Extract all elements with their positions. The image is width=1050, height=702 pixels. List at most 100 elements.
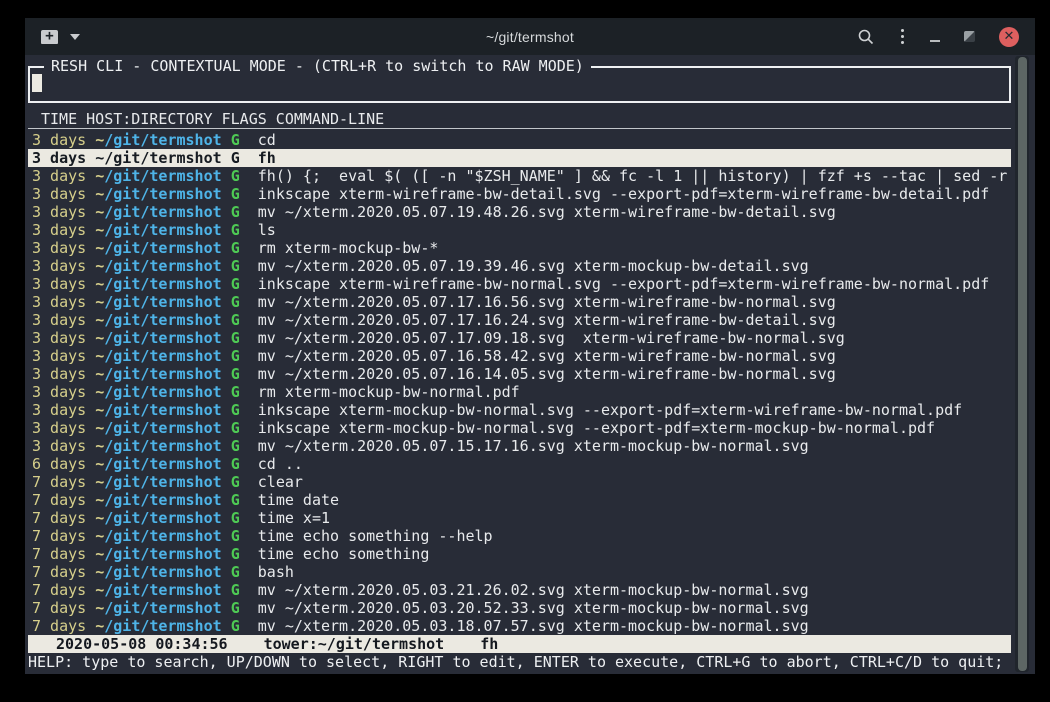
history-command: cd .. [258,455,303,473]
history-row[interactable]: 3 days ~/git/termshot G mv ~/xterm.2020.… [28,347,1011,365]
history-row[interactable]: 3 days ~/git/termshot G inkscape xterm-m… [28,419,1011,437]
minimize-button[interactable] [930,40,940,42]
history-row[interactable]: 3 days ~/git/termshot G mv ~/xterm.2020.… [28,311,1011,329]
history-dir-home: ~ [95,617,104,635]
history-directory: /git/termshot [104,581,221,599]
history-row[interactable]: 3 days ~/git/termshot G mv ~/xterm.2020.… [28,203,1011,221]
history-command: rm xterm-mockup-bw-* [258,239,439,257]
history-row[interactable]: 3 days ~/git/termshot G fh [28,149,1011,167]
restore-button[interactable] [964,31,975,42]
history-flags: G [231,365,240,383]
history-command: mv ~/xterm.2020.05.07.16.58.42.svg xterm… [258,347,836,365]
resh-search-box[interactable]: RESH CLI - CONTEXTUAL MODE - (CTRL+R to … [28,66,1011,103]
history-directory: /git/termshot [104,275,221,293]
history-dir-home: ~ [95,419,104,437]
history-command: rm xterm-mockup-bw-normal.pdf [258,383,520,401]
history-dir-home: ~ [95,509,104,527]
close-button[interactable]: ✕ [999,27,1019,47]
history-directory: /git/termshot [104,545,221,563]
history-flags: G [231,347,240,365]
history-command: inkscape xterm-wireframe-bw-normal.svg -… [258,275,990,293]
history-time: 7 days [32,599,86,617]
history-directory: /git/termshot [104,239,221,257]
history-command: mv ~/xterm.2020.05.07.17.09.18.svg xterm… [258,329,845,347]
history-table-header: TIME HOST:DIRECTORY FLAGS COMMAND-LINE [28,110,1011,129]
history-dir-home: ~ [95,545,104,563]
history-row[interactable]: 3 days ~/git/termshot G cd [28,131,1011,149]
history-directory: /git/termshot [104,293,221,311]
history-dir-home: ~ [95,221,104,239]
status-command: fh [480,635,498,653]
history-row[interactable]: 3 days ~/git/termshot G inkscape xterm-w… [28,275,1011,293]
history-row[interactable]: 3 days ~/git/termshot G mv ~/xterm.2020.… [28,437,1011,455]
history-dir-home: ~ [95,581,104,599]
history-dir-home: ~ [95,473,104,491]
history-flags: G [231,149,240,167]
history-dir-home: ~ [95,401,104,419]
history-row[interactable]: 7 days ~/git/termshot G bash [28,563,1011,581]
history-flags: G [231,293,240,311]
history-dir-home: ~ [95,167,104,185]
history-row[interactable]: 3 days ~/git/termshot G mv ~/xterm.2020.… [28,329,1011,347]
terminal-content[interactable]: RESH CLI - CONTEXTUAL MODE - (CTRL+R to … [25,55,1035,674]
titlebar: ~/git/termshot ✕ [25,18,1035,55]
scrollbar[interactable] [1015,56,1029,672]
history-row[interactable]: 7 days ~/git/termshot G time x=1 [28,509,1011,527]
history-time: 3 days [32,437,86,455]
history-dir-home: ~ [95,293,104,311]
history-command: mv ~/xterm.2020.05.03.18.07.57.svg xterm… [258,617,809,635]
history-time: 3 days [32,203,86,221]
history-row[interactable]: 7 days ~/git/termshot G time echo someth… [28,527,1011,545]
history-row[interactable]: 7 days ~/git/termshot G mv ~/xterm.2020.… [28,617,1011,635]
history-dir-home: ~ [95,149,104,167]
history-flags: G [231,329,240,347]
history-flags: G [231,203,240,221]
history-row[interactable]: 7 days ~/git/termshot G time date [28,491,1011,509]
history-row[interactable]: 3 days ~/git/termshot G mv ~/xterm.2020.… [28,257,1011,275]
history-directory: /git/termshot [104,383,221,401]
history-time: 7 days [32,563,86,581]
history-row[interactable]: 3 days ~/git/termshot G ls [28,221,1011,239]
history-dir-home: ~ [95,365,104,383]
history-directory: /git/termshot [104,509,221,527]
history-command: inkscape xterm-mockup-bw-normal.svg --ex… [258,419,935,437]
history-flags: G [231,437,240,455]
history-time: 3 days [32,419,86,437]
status-location: tower:~/git/termshot [264,635,445,653]
history-directory: /git/termshot [104,257,221,275]
history-directory: /git/termshot [104,221,221,239]
history-time: 3 days [32,365,86,383]
history-time: 3 days [32,257,86,275]
history-flags: G [231,617,240,635]
history-time: 3 days [32,401,86,419]
menu-kebab-icon[interactable] [899,27,906,46]
search-icon[interactable] [857,28,875,46]
history-time: 3 days [32,383,86,401]
history-flags: G [231,473,240,491]
history-directory: /git/termshot [104,365,221,383]
history-time: 3 days [32,347,86,365]
history-time: 7 days [32,509,86,527]
history-row[interactable]: 3 days ~/git/termshot G inkscape xterm-w… [28,185,1011,203]
history-row[interactable]: 3 days ~/git/termshot G inkscape xterm-m… [28,401,1011,419]
history-time: 7 days [32,473,86,491]
history-flags: G [231,311,240,329]
history-row[interactable]: 7 days ~/git/termshot G time echo someth… [28,545,1011,563]
history-row[interactable]: 3 days ~/git/termshot G mv ~/xterm.2020.… [28,293,1011,311]
history-dir-home: ~ [95,203,104,221]
scrollbar-thumb[interactable] [1018,57,1027,671]
history-row[interactable]: 3 days ~/git/termshot G fh() {; eval $( … [28,167,1011,185]
history-row[interactable]: 3 days ~/git/termshot G mv ~/xterm.2020.… [28,365,1011,383]
history-flags: G [231,491,240,509]
history-row[interactable]: 7 days ~/git/termshot G mv ~/xterm.2020.… [28,581,1011,599]
history-dir-home: ~ [95,383,104,401]
history-row[interactable]: 3 days ~/git/termshot G rm xterm-mockup-… [28,383,1011,401]
history-row[interactable]: 7 days ~/git/termshot G clear [28,473,1011,491]
history-row[interactable]: 3 days ~/git/termshot G rm xterm-mockup-… [28,239,1011,257]
history-flags: G [231,221,240,239]
history-row[interactable]: 7 days ~/git/termshot G mv ~/xterm.2020.… [28,599,1011,617]
history-row[interactable]: 6 days ~/git/termshot G cd .. [28,455,1011,473]
history-time: 3 days [32,329,86,347]
history-flags: G [231,239,240,257]
history-time: 6 days [32,455,86,473]
